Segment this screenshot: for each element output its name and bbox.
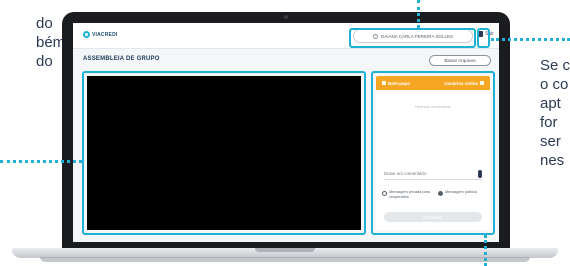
laptop-notch [255,248,315,252]
right-caption-line: ser [540,133,561,150]
right-caption: Se c o co apt for ser nes [540,56,570,170]
page-header: ASSEMBLEIA DE GRUPO Baixar Arquivos [73,50,499,70]
video-highlight-frame [82,71,366,235]
left-caption-line: do [36,15,53,32]
callout-line-bottom [484,235,487,266]
webcam [284,15,288,19]
callout-line-left [0,160,82,163]
right-caption-line: o co [540,76,569,93]
illustration: do bém do Se c o co apt for ser nes VIAC… [0,0,570,266]
app-logo: VIACREDI [83,31,118,38]
left-caption: do bém do [0,14,66,71]
logo-text: VIACREDI [92,31,118,38]
exit-highlight-frame [477,28,490,48]
right-caption-line: nes [540,152,565,169]
callout-line-top [417,0,420,28]
right-caption-line: for [540,114,558,131]
right-caption-line: apt [540,95,561,112]
right-caption-line: Se c [540,57,570,74]
left-caption-line: do [36,53,53,70]
page-title: ASSEMBLEIA DE GRUPO [83,56,160,62]
user-highlight-frame [349,28,476,48]
logo-icon [83,31,90,38]
download-files-button[interactable]: Baixar Arquivos [429,55,491,66]
chat-highlight-frame [371,71,495,235]
callout-line-right [491,38,570,41]
laptop-shadow [40,257,530,262]
left-caption-line: bém [36,34,66,51]
